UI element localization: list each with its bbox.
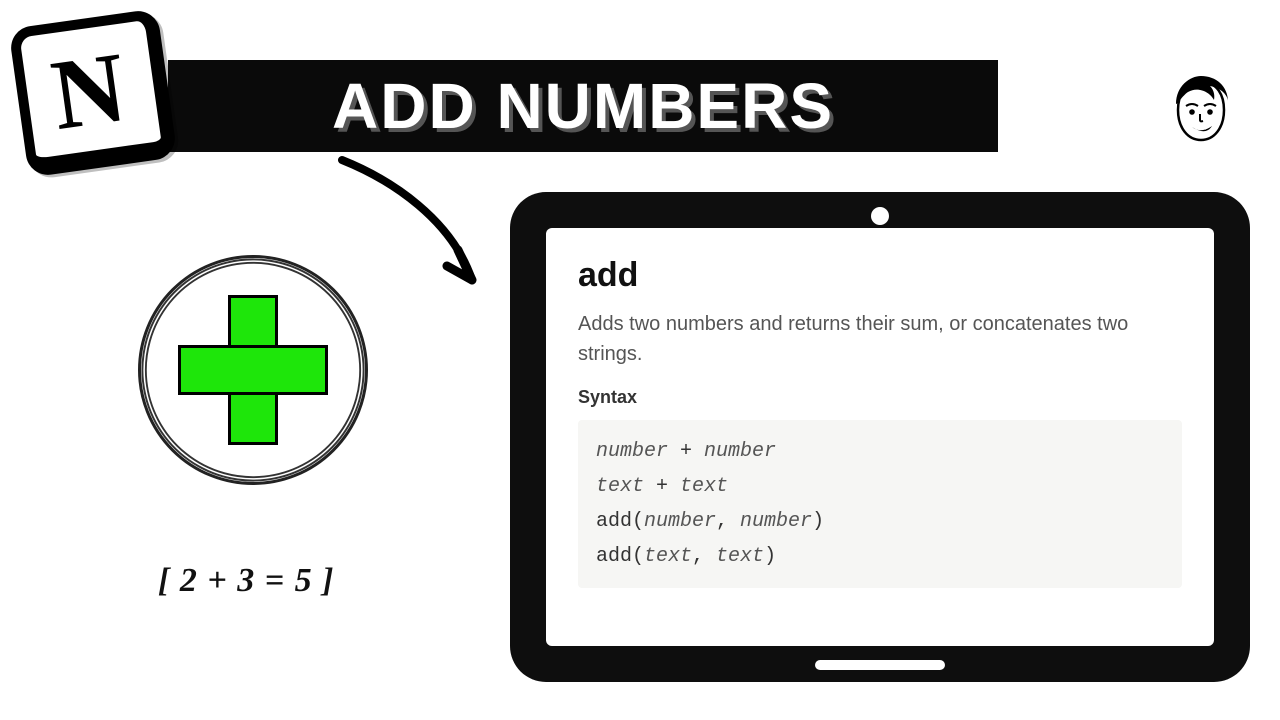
- code-block: number + number text + text add(number, …: [578, 420, 1182, 588]
- camera-icon: [871, 207, 889, 225]
- tablet-frame: add Adds two numbers and returns their s…: [510, 192, 1250, 682]
- doc-description: Adds two numbers and returns their sum, …: [578, 309, 1182, 369]
- notion-logo: N: [8, 8, 177, 177]
- avatar: [1166, 74, 1236, 154]
- notion-logo-letter: N: [46, 37, 131, 146]
- page-title: ADD NUMBERS: [332, 69, 834, 143]
- doc-panel: add Adds two numbers and returns their s…: [546, 228, 1214, 646]
- plus-icon: [138, 255, 368, 485]
- home-indicator: [815, 660, 945, 670]
- doc-syntax-label: Syntax: [578, 387, 1182, 408]
- title-bar: ADD NUMBERS: [168, 60, 998, 152]
- doc-title: add: [578, 256, 1182, 295]
- equation-text: [ 2 + 3 = 5 ]: [158, 562, 334, 600]
